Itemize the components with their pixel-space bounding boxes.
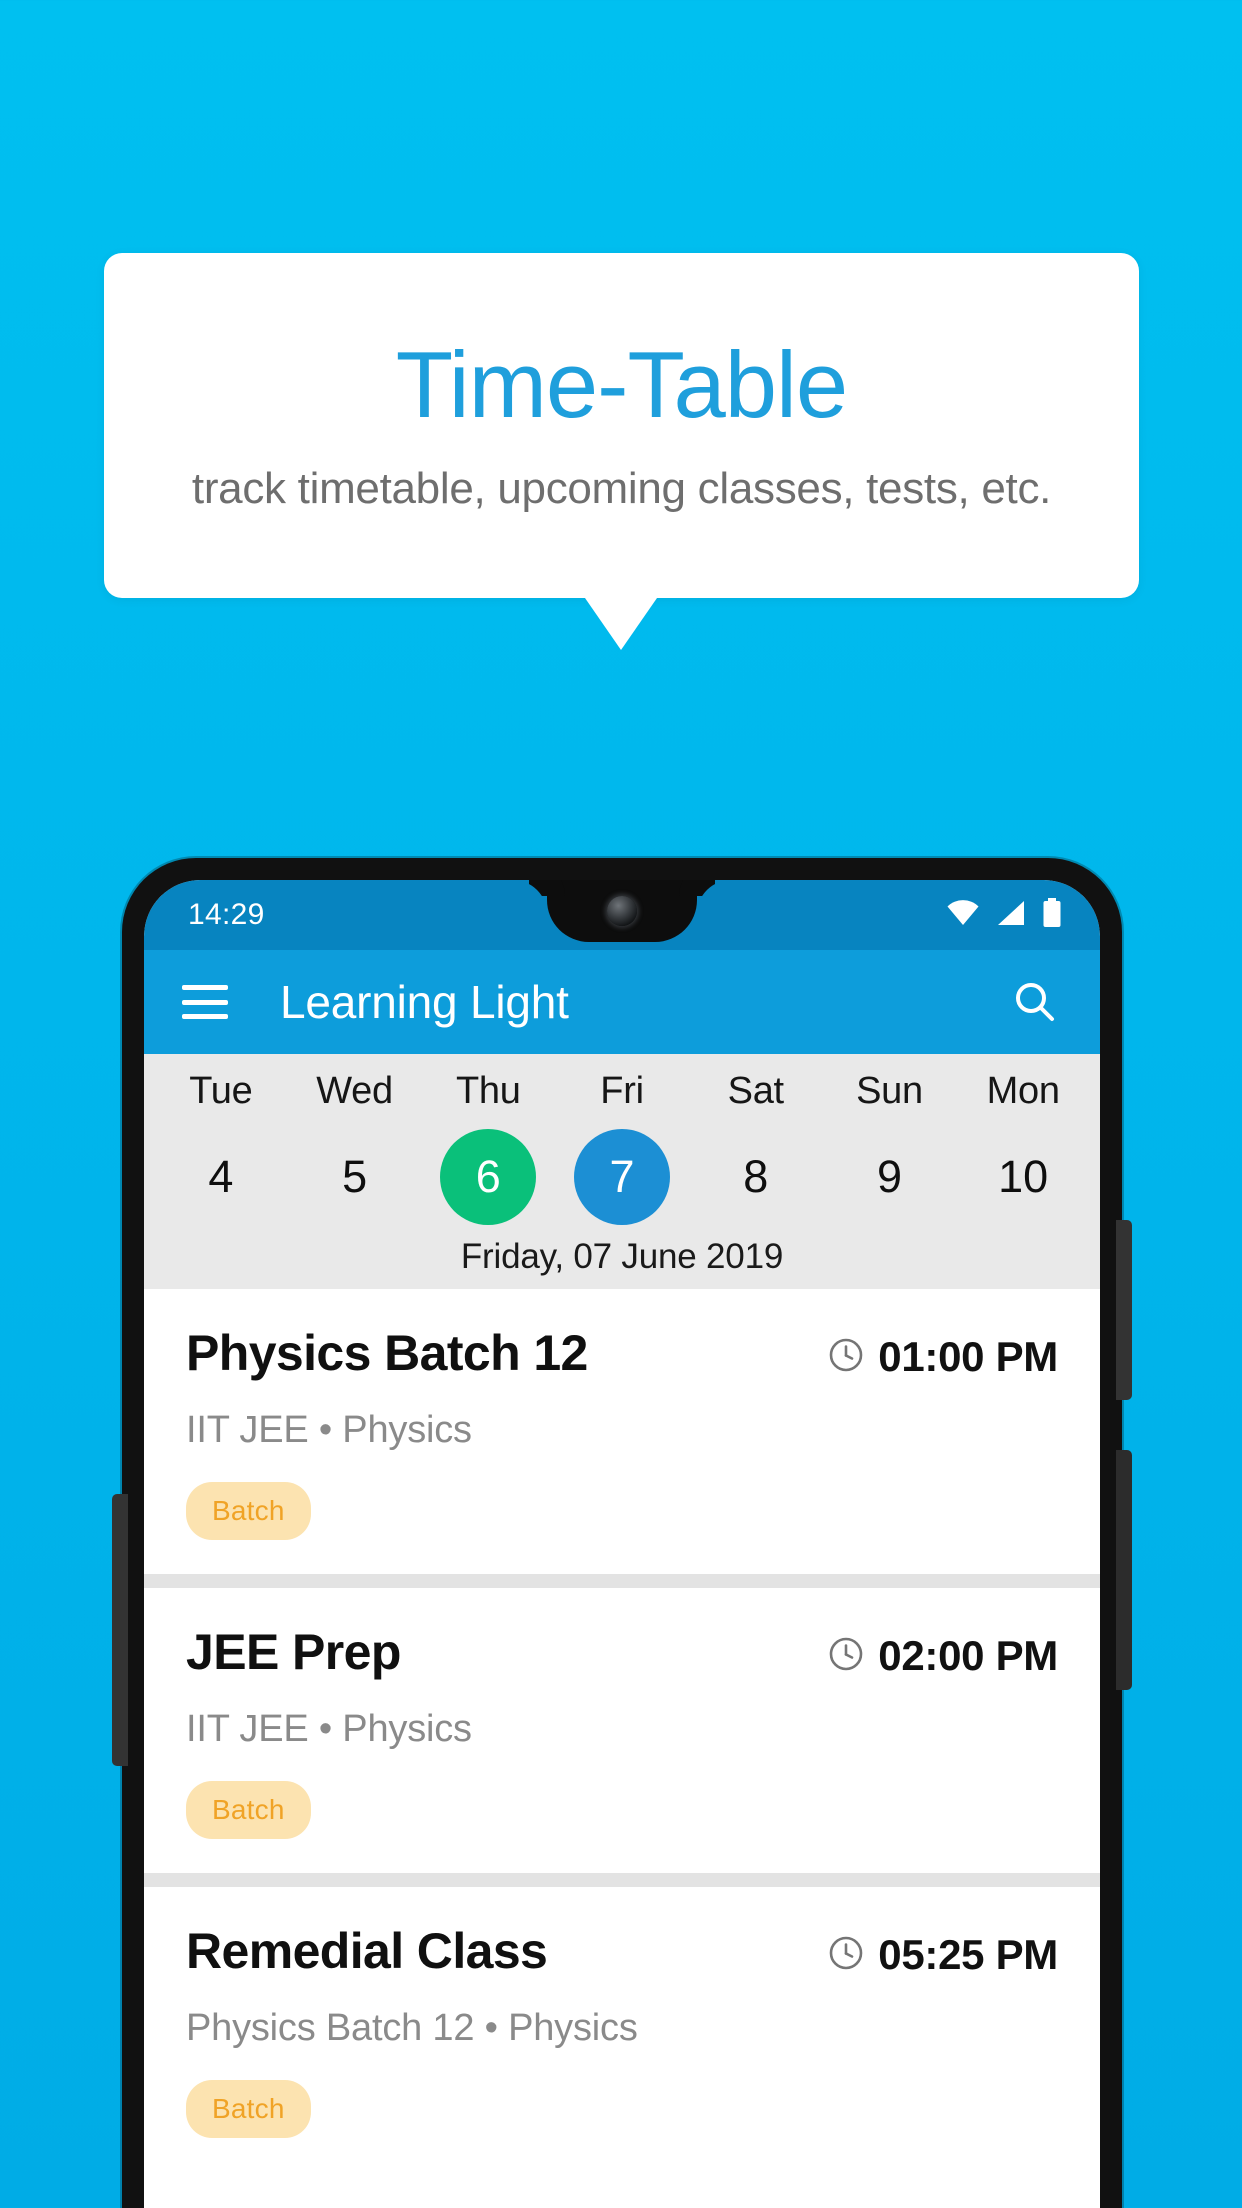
status-bar: 14:29 — [144, 880, 1100, 950]
day-cell-sat[interactable]: Sat 8 — [689, 1070, 823, 1225]
class-time: 05:25 PM — [828, 1931, 1058, 1979]
phone-bezel: 14:29 Learning Light Tue 4 Wed 5 Thu 6 F… — [144, 880, 1100, 2208]
class-card-header: Physics Batch 12 01:00 PM — [186, 1327, 1058, 1381]
days-row: Tue 4 Wed 5 Thu 6 Fri 7 Sat 8 Sun 9 Mon … — [144, 1070, 1100, 1225]
battery-icon — [1042, 897, 1062, 933]
day-number-circle: 10 — [975, 1129, 1071, 1225]
hamburger-bar — [182, 1014, 228, 1019]
wifi-icon — [946, 899, 980, 931]
class-list[interactable]: Physics Batch 12 01:00 PM IIT JEE • Phys… — [144, 1289, 1100, 2172]
day-cell-mon[interactable]: Mon 10 — [956, 1070, 1090, 1225]
hamburger-bar — [182, 985, 228, 990]
day-name: Tue — [189, 1070, 253, 1112]
class-card[interactable]: Physics Batch 12 01:00 PM IIT JEE • Phys… — [144, 1289, 1100, 1574]
class-card[interactable]: Remedial Class 05:25 PM Physics Batch 12… — [144, 1887, 1100, 2172]
date-strip: Tue 4 Wed 5 Thu 6 Fri 7 Sat 8 Sun 9 Mon … — [144, 1054, 1100, 1289]
class-title: JEE Prep — [186, 1624, 401, 1680]
class-time: 01:00 PM — [828, 1333, 1058, 1381]
clock-icon — [828, 1636, 864, 1677]
day-number: 8 — [743, 1151, 769, 1202]
camera-notch — [547, 880, 697, 942]
day-cell-sun[interactable]: Sun 9 — [823, 1070, 957, 1225]
status-bar-clock: 14:29 — [188, 898, 265, 931]
class-subtitle: IIT JEE • Physics — [186, 1409, 472, 1451]
class-time-text: 01:00 PM — [878, 1333, 1058, 1380]
class-subtitle: IIT JEE • Physics — [186, 1708, 472, 1750]
power-button[interactable] — [1116, 1220, 1132, 1400]
day-name: Sat — [727, 1070, 784, 1112]
app-bar-title: Learning Light — [280, 976, 569, 1028]
day-name: Sun — [856, 1070, 923, 1112]
clock-icon — [828, 1337, 864, 1378]
phone-screen: 14:29 Learning Light Tue 4 Wed 5 Thu 6 F… — [144, 880, 1100, 2208]
day-cell-fri[interactable]: Fri 7 — [555, 1070, 689, 1225]
class-card-header: Remedial Class 05:25 PM — [186, 1925, 1058, 1979]
class-subtitle: Physics Batch 12 • Physics — [186, 2007, 638, 2049]
class-time: 02:00 PM — [828, 1632, 1058, 1680]
day-number: 6 — [475, 1151, 501, 1202]
day-number: 10 — [998, 1151, 1049, 1202]
status-bar-icons — [946, 897, 1062, 933]
hamburger-menu-icon[interactable] — [182, 985, 228, 1019]
day-cell-tue[interactable]: Tue 4 — [154, 1070, 288, 1225]
class-time-text: 02:00 PM — [878, 1632, 1058, 1679]
day-name: Thu — [456, 1070, 521, 1112]
hamburger-bar — [182, 999, 228, 1005]
day-number-circle: 5 — [307, 1129, 403, 1225]
secondary-side-button[interactable] — [1116, 1450, 1132, 1690]
day-number-circle: 9 — [841, 1129, 937, 1225]
day-number-circle-selected: 7 — [574, 1129, 671, 1225]
day-cell-thu[interactable]: Thu 6 — [421, 1070, 555, 1225]
day-number: 4 — [208, 1151, 234, 1202]
day-name: Mon — [986, 1070, 1060, 1112]
volume-button[interactable] — [112, 1494, 128, 1766]
promo-callout-card: Time-Table track timetable, upcoming cla… — [104, 253, 1139, 598]
day-name: Wed — [316, 1070, 393, 1112]
day-number: 5 — [342, 1151, 368, 1202]
search-icon[interactable] — [1010, 977, 1060, 1027]
day-number-circle: 4 — [173, 1129, 269, 1225]
status-badge: Batch — [186, 2080, 311, 2138]
class-time-text: 05:25 PM — [878, 1931, 1058, 1978]
cell-signal-icon — [996, 900, 1026, 931]
day-cell-wed[interactable]: Wed 5 — [288, 1070, 422, 1225]
callout-tail — [585, 598, 657, 650]
class-card[interactable]: JEE Prep 02:00 PM IIT JEE • Physics Batc… — [144, 1588, 1100, 1873]
class-card-header: JEE Prep 02:00 PM — [186, 1626, 1058, 1680]
app-bar: Learning Light — [144, 950, 1100, 1054]
front-camera-icon — [607, 896, 637, 926]
selected-date-label: Friday, 07 June 2019 — [460, 1237, 784, 1276]
day-number-circle: 8 — [708, 1129, 804, 1225]
status-badge: Batch — [186, 1482, 311, 1540]
clock-icon — [828, 1935, 864, 1976]
status-badge: Batch — [186, 1781, 311, 1839]
class-title: Remedial Class — [186, 1923, 548, 1979]
class-title: Physics Batch 12 — [186, 1325, 588, 1381]
day-number: 7 — [609, 1151, 635, 1202]
page-title: Time-Table — [395, 331, 848, 437]
day-number: 9 — [876, 1151, 902, 1202]
day-name: Fri — [600, 1070, 644, 1112]
day-number-circle-today: 6 — [440, 1129, 537, 1225]
page-subtitle: track timetable, upcoming classes, tests… — [191, 463, 1052, 513]
phone-device-frame: 14:29 Learning Light Tue 4 Wed 5 Thu 6 F… — [112, 858, 1132, 2208]
